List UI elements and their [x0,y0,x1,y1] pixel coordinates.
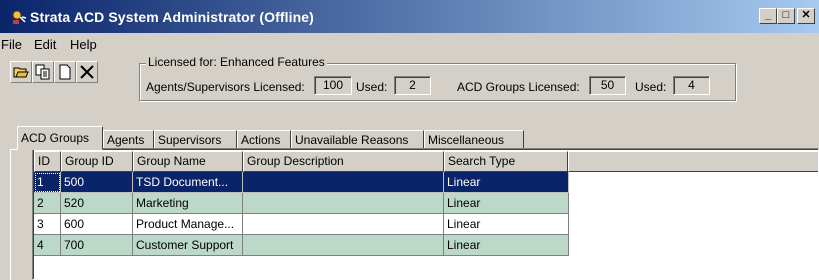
agents-licensed-label: Agents/Supervisors Licensed: [146,80,305,94]
cell-group-id: 700 [61,235,133,256]
menu-bar: File Edit Help [0,33,819,55]
column-header-group-description[interactable]: Group Description [243,151,444,172]
agents-used-value: 2 [394,76,431,95]
cell-search-type: Linear [444,193,569,214]
title-bar: Strata ACD System Administrator (Offline… [0,0,819,33]
groups-used-label: Used: [635,80,667,94]
table-row[interactable]: 1 500 TSD Document... Linear [34,172,569,193]
delete-icon [80,65,94,79]
cell-description [243,214,444,235]
column-header-filler [568,151,818,172]
open-icon [13,67,29,78]
column-header-group-id[interactable]: Group ID [61,151,133,172]
cell-group-name: TSD Document... [133,172,243,193]
column-header-id[interactable]: ID [34,151,61,172]
copy-icon [35,64,50,80]
close-button[interactable]: ✕ [797,8,815,24]
tab-supervisors[interactable]: Supervisors [154,130,237,150]
copy-button[interactable] [32,61,54,83]
cell-group-id: 520 [61,193,133,214]
cell-group-name: Product Manage... [133,214,243,235]
cell-search-type: Linear [444,214,569,235]
tab-miscellaneous[interactable]: Miscellaneous [424,130,524,150]
column-header-group-name[interactable]: Group Name [133,151,243,172]
groups-licensed-value: 50 [589,76,626,95]
cell-id: 4 [34,235,61,256]
tab-acd-groups[interactable]: ACD Groups [17,126,103,150]
tab-agents[interactable]: Agents [103,130,154,150]
menu-edit[interactable]: Edit [34,37,56,52]
cell-description [243,193,444,214]
new-icon [59,64,71,80]
cell-description [243,235,444,256]
menu-help[interactable]: Help [70,37,97,52]
cell-id: 2 [34,193,61,214]
table-row[interactable]: 4 700 Customer Support Linear [34,235,569,256]
maximize-button[interactable]: □ [777,8,795,24]
cell-id: 1 [34,172,61,193]
cell-search-type: Linear [444,172,569,193]
groups-licensed-label: ACD Groups Licensed: [457,80,580,94]
cell-group-name: Marketing [133,193,243,214]
app-icon [12,10,27,24]
window-title: Strata ACD System Administrator (Offline… [30,9,314,25]
cell-group-name: Customer Support [133,235,243,256]
tab-actions[interactable]: Actions [237,130,291,150]
table-row[interactable]: 2 520 Marketing Linear [34,193,569,214]
minimize-button[interactable]: _ [759,8,777,24]
agents-licensed-value: 100 [314,76,352,95]
cell-group-id: 600 [61,214,133,235]
cell-search-type: Linear [444,235,569,256]
groups-used-value: 4 [673,76,710,95]
new-button[interactable] [54,61,76,83]
tab-unavailable-reasons[interactable]: Unavailable Reasons [291,130,424,150]
open-button[interactable] [10,61,32,83]
acd-groups-table[interactable]: ID Group ID Group Name Group Description… [32,148,819,280]
delete-button[interactable] [76,61,98,83]
column-header-search-type[interactable]: Search Type [444,151,568,172]
cell-description [243,172,444,193]
agents-used-label: Used: [356,80,388,94]
cell-group-id: 500 [61,172,133,193]
license-legend: Licensed for: Enhanced Features [146,55,327,69]
cell-id: 3 [34,214,61,235]
menu-file[interactable]: File [1,37,22,52]
table-row[interactable]: 3 600 Product Manage... Linear [34,214,569,235]
